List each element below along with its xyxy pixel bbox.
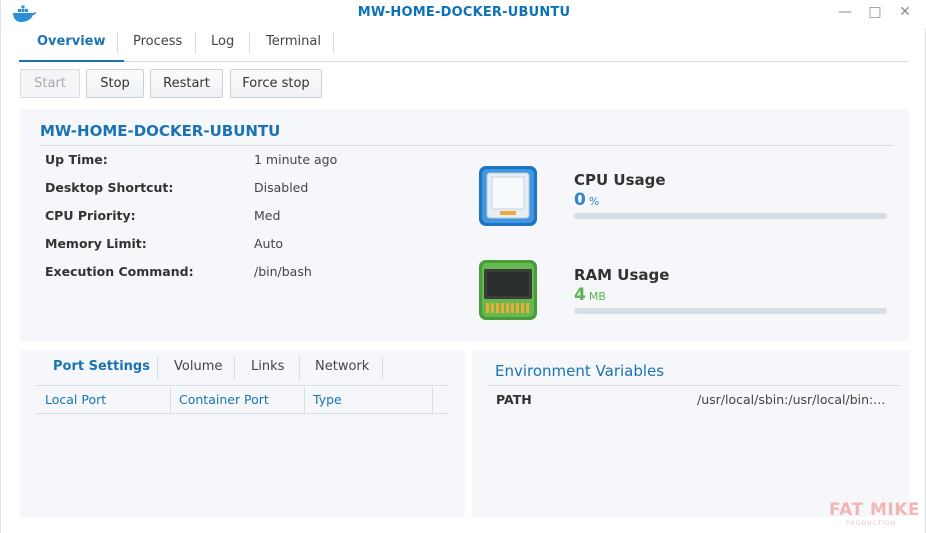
restart-button[interactable]: Restart <box>150 69 223 98</box>
watermark: FAT MIKE <box>829 500 921 520</box>
title-bar[interactable]: MW-HOME-DOCKER-UBUNTU — □ ✕ <box>1 0 926 28</box>
column-divider[interactable] <box>170 387 171 413</box>
env-value-path: /usr/local/sbin:/usr/local/bin:... <box>697 392 886 407</box>
info-label-memory-limit: Memory Limit: <box>45 236 147 251</box>
info-label-execution-command: Execution Command: <box>45 264 194 279</box>
divider <box>40 145 894 146</box>
divider <box>36 385 449 386</box>
tab-terminal[interactable]: Terminal <box>266 28 321 61</box>
tab-divider <box>117 32 118 54</box>
environment-variables-title: Environment Variables <box>495 362 665 380</box>
cpu-usage-title: CPU Usage <box>574 171 666 189</box>
cpu-chip-icon <box>479 166 537 226</box>
info-label-cpu-priority: CPU Priority: <box>45 208 136 223</box>
tab-divider <box>157 356 158 380</box>
tab-divider <box>234 356 235 380</box>
tab-links[interactable]: Links <box>251 359 284 374</box>
info-value-desktop-shortcut: Disabled <box>254 180 309 195</box>
ram-module-icon <box>479 260 537 320</box>
ram-usage-bar <box>574 308 887 314</box>
tab-divider <box>195 32 196 54</box>
start-button[interactable]: Start <box>20 69 80 98</box>
tab-volume[interactable]: Volume <box>174 359 222 374</box>
overview-panel: MW-HOME-DOCKER-UBUNTU Up Time: 1 minute … <box>20 109 909 341</box>
ram-usage-unit: MB <box>588 290 606 303</box>
window-title: MW-HOME-DOCKER-UBUNTU <box>357 5 571 20</box>
tab-log[interactable]: Log <box>211 28 234 61</box>
info-value-execution-command: /bin/bash <box>254 264 312 279</box>
column-header-type[interactable]: Type <box>313 392 342 407</box>
stop-button[interactable]: Stop <box>86 69 144 98</box>
tab-divider <box>382 356 383 380</box>
tab-process[interactable]: Process <box>133 28 182 61</box>
info-label-uptime: Up Time: <box>45 152 108 167</box>
ram-usage-title: RAM Usage <box>574 266 670 284</box>
column-divider[interactable] <box>304 387 305 413</box>
minimize-icon[interactable]: — <box>837 4 853 20</box>
info-value-cpu-priority: Med <box>254 208 281 223</box>
tab-divider <box>249 32 250 54</box>
cpu-usage-bar <box>574 213 887 219</box>
ram-usage-value: 4 MB <box>574 285 606 305</box>
maximize-icon[interactable]: □ <box>867 4 883 20</box>
info-label-desktop-shortcut: Desktop Shortcut: <box>45 180 174 195</box>
tab-network[interactable]: Network <box>315 359 369 374</box>
column-header-local-port[interactable]: Local Port <box>45 392 106 407</box>
column-divider[interactable] <box>432 387 433 413</box>
info-value-uptime: 1 minute ago <box>254 152 338 167</box>
port-settings-panel: Port Settings Volume Links Network Local… <box>20 350 465 517</box>
env-key-path: PATH <box>496 392 532 407</box>
tab-port-settings[interactable]: Port Settings <box>53 359 150 374</box>
main-tabs: Overview Process Log Terminal <box>19 28 909 62</box>
cpu-usage-number: 0 <box>574 190 586 210</box>
divider <box>488 385 900 386</box>
force-stop-button[interactable]: Force stop <box>230 69 322 98</box>
tab-overview[interactable]: Overview <box>19 28 123 62</box>
tab-divider <box>333 32 334 54</box>
cpu-usage-unit: % <box>588 195 600 208</box>
cpu-usage-value: 0% <box>574 190 599 210</box>
column-header-container-port[interactable]: Container Port <box>179 392 269 407</box>
container-name: MW-HOME-DOCKER-UBUNTU <box>40 122 281 140</box>
watermark-subtitle: PRODUCTION <box>846 520 897 527</box>
ram-usage-number: 4 <box>574 285 586 305</box>
container-detail-window: MW-HOME-DOCKER-UBUNTU — □ ✕ Overview Pro… <box>0 0 926 533</box>
close-icon[interactable]: ✕ <box>897 4 913 20</box>
info-value-memory-limit: Auto <box>254 236 284 251</box>
tab-divider <box>299 356 300 380</box>
environment-variables-panel: Environment Variables PATH /usr/local/sb… <box>472 350 909 517</box>
divider <box>36 413 449 414</box>
